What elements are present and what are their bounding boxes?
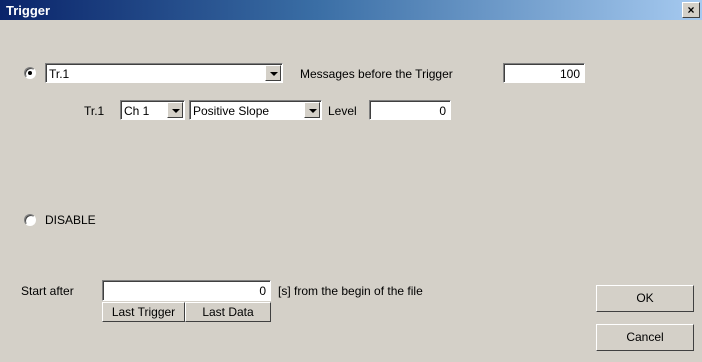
last-data-label: Last Data	[202, 305, 254, 319]
ok-label: OK	[636, 291, 654, 305]
disable-radio[interactable]	[24, 214, 36, 226]
slope-select[interactable]: Positive Slope	[189, 100, 322, 120]
chevron-down-icon	[309, 109, 317, 113]
title-bar: Trigger ×	[0, 0, 702, 20]
window-title: Trigger	[6, 3, 51, 18]
trigger-radio[interactable]	[24, 67, 36, 79]
start-after-label: Start after	[21, 284, 74, 298]
chevron-down-icon	[270, 72, 278, 76]
start-after-value: 0	[259, 284, 266, 298]
slope-dropdown-button[interactable]	[304, 102, 320, 118]
last-trigger-button[interactable]: Last Trigger	[102, 302, 185, 322]
cancel-button[interactable]: Cancel	[596, 324, 694, 351]
trigger-select-dropdown-button[interactable]	[265, 65, 281, 81]
slope-select-value: Positive Slope	[193, 104, 270, 118]
channel-dropdown-button[interactable]	[167, 102, 183, 118]
level-label: Level	[328, 104, 357, 118]
level-input-value: 0	[439, 104, 446, 118]
radio-selected-dot	[28, 71, 32, 75]
cancel-label: Cancel	[626, 330, 664, 344]
last-trigger-label: Last Trigger	[111, 305, 176, 319]
close-button[interactable]: ×	[682, 2, 700, 18]
last-data-button[interactable]: Last Data	[185, 302, 271, 322]
trigger-row-label: Tr.1	[84, 104, 105, 118]
start-after-suffix: [s] from the begin of the file	[278, 284, 423, 298]
channel-select-value: Ch 1	[124, 104, 150, 118]
messages-before-trigger-label: Messages before the Trigger	[300, 67, 453, 81]
chevron-down-icon	[172, 109, 180, 113]
trigger-select[interactable]: Tr.1	[45, 63, 283, 83]
messages-before-trigger-value: 100	[559, 67, 580, 81]
start-after-input[interactable]: 0	[102, 280, 271, 301]
ok-button[interactable]: OK	[596, 285, 694, 312]
channel-select[interactable]: Ch 1	[120, 100, 185, 120]
disable-label: DISABLE	[45, 213, 96, 227]
level-input[interactable]: 0	[369, 100, 451, 120]
trigger-select-value: Tr.1	[49, 67, 70, 81]
messages-before-trigger-input[interactable]: 100	[503, 63, 585, 83]
close-icon: ×	[687, 3, 695, 17]
